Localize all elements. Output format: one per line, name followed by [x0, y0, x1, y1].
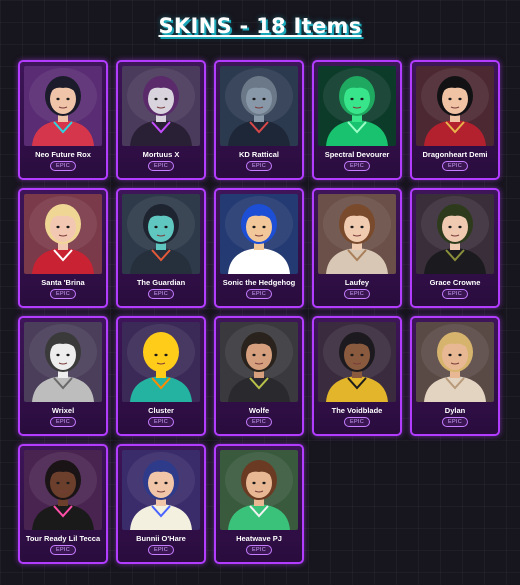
- skin-portrait: [220, 322, 298, 402]
- skin-card[interactable]: Heatwave PJ EPIC: [214, 444, 304, 564]
- rarity-badge: EPIC: [147, 161, 175, 171]
- skin-name: KD Rattical: [238, 150, 279, 159]
- skin-card[interactable]: Santa 'Brina EPIC: [18, 188, 108, 308]
- skin-name: Heatwave PJ: [236, 534, 282, 543]
- rarity-badge: EPIC: [49, 289, 77, 299]
- character-portrait-icon: [318, 194, 396, 274]
- rarity-badge: EPIC: [49, 161, 77, 171]
- page-title: SKINS - 18 Items: [158, 14, 362, 38]
- skin-name: Bunnii O'Hare: [136, 534, 186, 543]
- skin-portrait: [24, 66, 102, 146]
- character-portrait-icon: [122, 66, 200, 146]
- skin-card[interactable]: Laufey EPIC: [312, 188, 402, 308]
- rarity-badge: EPIC: [245, 417, 273, 427]
- skin-card[interactable]: KD Rattical EPIC: [214, 60, 304, 180]
- skin-portrait: [318, 194, 396, 274]
- character-portrait-icon: [122, 194, 200, 274]
- skin-portrait: [220, 66, 298, 146]
- skin-card[interactable]: Sonic the Hedgehog EPIC: [214, 188, 304, 308]
- rarity-badge: EPIC: [343, 417, 371, 427]
- skin-name: Cluster: [148, 406, 174, 415]
- rarity-badge: EPIC: [245, 545, 273, 555]
- rarity-badge: EPIC: [441, 289, 469, 299]
- rarity-badge: EPIC: [441, 417, 469, 427]
- skin-name: Wolfe: [248, 406, 270, 415]
- skin-portrait: [122, 322, 200, 402]
- character-portrait-icon: [24, 322, 102, 402]
- skin-name: Spectral Devourer: [324, 150, 390, 159]
- skin-card[interactable]: Tour Ready Lil Tecca EPIC: [18, 444, 108, 564]
- skin-portrait: [220, 450, 298, 530]
- skin-card[interactable]: Cluster EPIC: [116, 316, 206, 436]
- skin-name: Sonic the Hedgehog: [222, 278, 296, 287]
- skin-portrait: [122, 194, 200, 274]
- skin-portrait: [416, 66, 494, 146]
- rarity-badge: EPIC: [343, 161, 371, 171]
- skin-portrait: [24, 450, 102, 530]
- skin-portrait: [122, 66, 200, 146]
- character-portrait-icon: [24, 66, 102, 146]
- skin-name: Tour Ready Lil Tecca: [25, 534, 101, 543]
- rarity-badge: EPIC: [147, 417, 175, 427]
- skin-card[interactable]: Dylan EPIC: [410, 316, 500, 436]
- character-portrait-icon: [122, 450, 200, 530]
- skin-card[interactable]: Dragonheart Demi EPIC: [410, 60, 500, 180]
- skin-card[interactable]: Wolfe EPIC: [214, 316, 304, 436]
- skin-name: Dylan: [444, 406, 466, 415]
- rarity-badge: EPIC: [245, 161, 273, 171]
- rarity-badge: EPIC: [49, 545, 77, 555]
- skin-portrait: [416, 194, 494, 274]
- skin-portrait: [24, 322, 102, 402]
- skins-grid: Neo Future Rox EPIC Mortuus X EPIC KD Rattic…: [18, 60, 504, 564]
- skin-card[interactable]: Neo Future Rox EPIC: [18, 60, 108, 180]
- skin-name: Wrixel: [51, 406, 75, 415]
- skin-name: Grace Crowne: [429, 278, 481, 287]
- character-portrait-icon: [318, 322, 396, 402]
- character-portrait-icon: [220, 322, 298, 402]
- character-portrait-icon: [220, 194, 298, 274]
- character-portrait-icon: [416, 194, 494, 274]
- skin-name: Neo Future Rox: [35, 150, 91, 159]
- skin-portrait: [416, 322, 494, 402]
- character-portrait-icon: [24, 450, 102, 530]
- character-portrait-icon: [416, 322, 494, 402]
- skin-card[interactable]: The Voidblade EPIC: [312, 316, 402, 436]
- skin-portrait: [122, 450, 200, 530]
- character-portrait-icon: [220, 450, 298, 530]
- character-portrait-icon: [220, 66, 298, 146]
- skin-portrait: [318, 322, 396, 402]
- rarity-badge: EPIC: [147, 545, 175, 555]
- skin-card[interactable]: Wrixel EPIC: [18, 316, 108, 436]
- skin-card[interactable]: Grace Crowne EPIC: [410, 188, 500, 308]
- skin-name: The Guardian: [136, 278, 186, 287]
- character-portrait-icon: [416, 66, 494, 146]
- skin-portrait: [318, 66, 396, 146]
- skin-name: Dragonheart Demi: [422, 150, 488, 159]
- rarity-badge: EPIC: [343, 289, 371, 299]
- skin-name: The Voidblade: [331, 406, 383, 415]
- character-portrait-icon: [24, 194, 102, 274]
- skin-name: Mortuus X: [142, 150, 180, 159]
- rarity-badge: EPIC: [49, 417, 77, 427]
- character-portrait-icon: [122, 322, 200, 402]
- skin-card[interactable]: The Guardian EPIC: [116, 188, 206, 308]
- skin-card[interactable]: Spectral Devourer EPIC: [312, 60, 402, 180]
- skin-portrait: [220, 194, 298, 274]
- skin-card[interactable]: Bunnii O'Hare EPIC: [116, 444, 206, 564]
- character-portrait-icon: [318, 66, 396, 146]
- rarity-badge: EPIC: [147, 289, 175, 299]
- skin-name: Laufey: [344, 278, 370, 287]
- rarity-badge: EPIC: [245, 289, 273, 299]
- skin-portrait: [24, 194, 102, 274]
- rarity-badge: EPIC: [441, 161, 469, 171]
- skin-card[interactable]: Mortuus X EPIC: [116, 60, 206, 180]
- skin-name: Santa 'Brina: [41, 278, 85, 287]
